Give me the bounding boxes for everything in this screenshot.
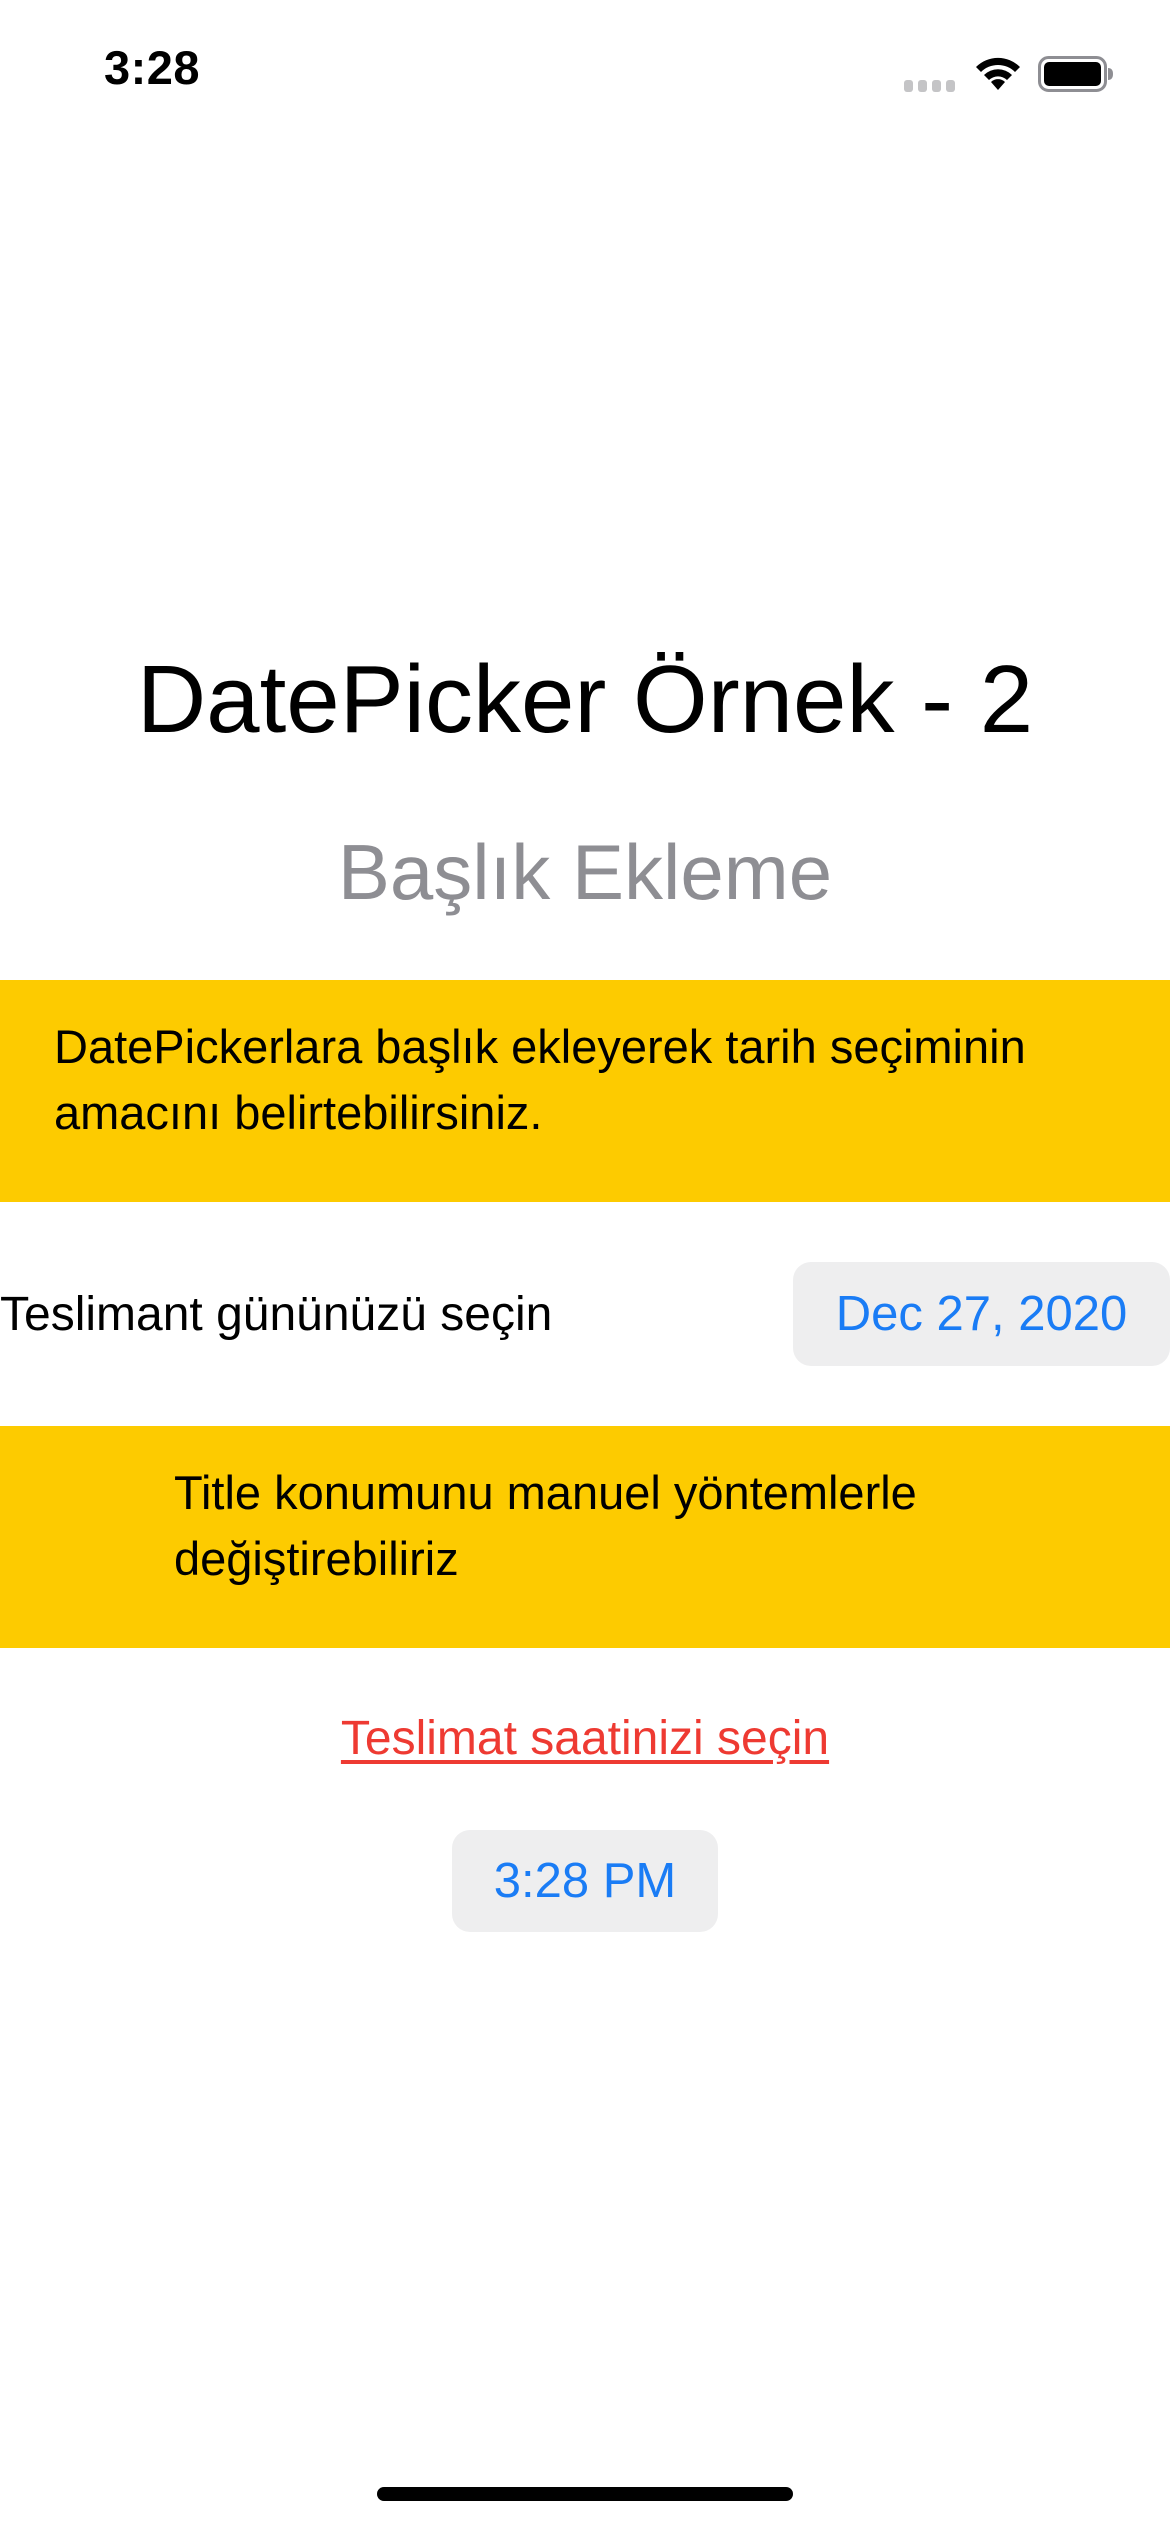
info-banner-title-position: Title konumunu manuel yöntemlerle değişt… (0, 1426, 1170, 1648)
date-picker-button[interactable]: Dec 27, 2020 (793, 1262, 1170, 1366)
cellular-signal-icon (904, 80, 958, 92)
page-title: DatePicker Örnek - 2 (136, 646, 1034, 753)
time-picker-label: Teslimat saatinizi seçin (340, 1712, 830, 1765)
status-time: 3:28 (104, 41, 201, 94)
date-picker-label: Teslimant gününüzü seçin (0, 1288, 553, 1341)
status-bar: 3:28 (0, 0, 1170, 140)
info-banner-text: Title konumunu manuel yöntemlerle değişt… (174, 1466, 917, 1585)
page-subtitle: Başlık Ekleme (337, 828, 833, 916)
battery-icon (1038, 56, 1113, 92)
info-banner-text: DatePickerlara başlık ekleyerek tarih se… (54, 1020, 1026, 1139)
wifi-icon (976, 57, 1020, 90)
home-indicator[interactable] (377, 2487, 793, 2501)
time-picker-button[interactable]: 3:28 PM (452, 1830, 718, 1932)
info-banner: DatePickerlara başlık ekleyerek tarih se… (0, 980, 1170, 1202)
